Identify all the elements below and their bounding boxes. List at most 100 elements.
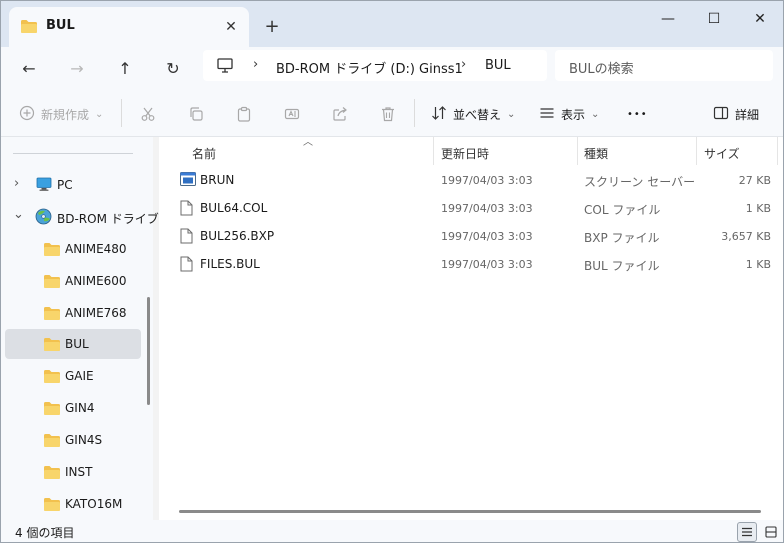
folder-icon [43,306,61,324]
file-date: 1997/04/03 3:03 [441,230,533,243]
file-size: 3,657 KB [721,230,771,243]
file-type: BUL ファイル [584,259,660,273]
sidebar-item-label: GIN4 [65,401,95,415]
status-bar: 4 個の項目 [1,520,783,542]
file-row[interactable]: BRUN 1997/04/03 3:03 スクリーン セーバー 27 KB [175,166,775,194]
view-button[interactable]: 表示 ⌄ [539,103,599,125]
folder-icon [20,19,38,37]
folder-icon [43,242,61,260]
plus-circle-icon [19,105,35,124]
large-icons-view-icon[interactable] [761,522,781,542]
file-icon [180,256,193,275]
column-header-name[interactable]: 名前 [192,141,216,165]
sidebar-item-gaie[interactable]: GAIE [5,361,141,391]
file-explorer-window: BUL ✕ + — ☐ ✕ ← → ↑ ↻ › BD-ROM ドライブ (D:)… [0,0,784,543]
refresh-icon[interactable]: ↻ [157,53,189,83]
sidebar-item-bul[interactable]: BUL [5,329,141,359]
file-name: BUL64.COL [200,201,268,215]
search-box[interactable]: BULの検索 [555,50,773,81]
delete-icon[interactable] [380,103,396,125]
column-header-type[interactable]: 種類 [584,141,608,165]
sidebar-item-anime768[interactable]: ANIME768 [5,298,141,328]
sort-arrows-icon [431,105,447,124]
sidebar-item-label: BUL [65,337,89,351]
minimize-icon[interactable]: — [645,5,691,33]
sidebar-item-inst[interactable]: INST [5,457,141,487]
chevron-right-icon[interactable]: › [14,176,19,191]
file-row[interactable]: FILES.BUL 1997/04/03 3:03 BUL ファイル 1 KB [175,250,775,278]
column-divider[interactable] [577,137,578,165]
view-label: 表示 [561,107,586,122]
sidebar-item-kato16m[interactable]: KATO16M [5,489,141,519]
folder-icon [43,369,61,387]
search-input[interactable]: BULの検索 [569,58,634,77]
details-view-icon[interactable] [737,522,757,542]
sort-caret-icon: ︿ [303,137,313,148]
sort-button[interactable]: 並べ替え ⌄ [431,103,515,125]
column-divider[interactable] [696,137,697,165]
navigation-bar: ← → ↑ ↻ › BD-ROM ドライブ (D:) Ginss1 › BUL … [1,47,783,89]
file-row[interactable]: BUL64.COL 1997/04/03 3:03 COL ファイル 1 KB [175,194,775,222]
file-list: ︿ 名前 更新日時 種類 サイズ BRUN 1997/04/03 3:03 スク… [159,137,783,520]
file-type: スクリーン セーバー [584,175,696,189]
chevron-down-icon: ⌄ [95,108,104,120]
rename-icon[interactable] [284,103,300,125]
horizontal-scrollbar[interactable] [179,510,761,513]
folder-icon [43,274,61,292]
toolbar-divider [121,99,122,127]
breadcrumb-drive[interactable]: BD-ROM ドライブ (D:) Ginss1 [276,58,463,77]
breadcrumb-separator: › [461,57,467,72]
back-arrow-icon[interactable]: ← [13,53,45,83]
file-date: 1997/04/03 3:03 [441,174,533,187]
sidebar-item-pc[interactable]: › PC [5,170,141,200]
more-options-icon[interactable]: ••• [627,103,648,125]
file-size: 1 KB [745,258,771,271]
chevron-down-icon: ⌄ [507,108,516,120]
folder-icon [43,401,61,419]
sidebar-item-label: GIN4S [65,433,103,447]
sidebar-item-label: BD-ROM ドライブ [57,212,159,226]
cut-icon[interactable] [140,103,156,125]
forward-arrow-icon[interactable]: → [61,53,93,83]
sidebar-item-bd-rom[interactable]: ⌄ BD-ROM ドライブ [5,202,159,232]
file-name: BRUN [200,173,235,187]
file-row[interactable]: BUL256.BXP 1997/04/03 3:03 BXP ファイル 3,65… [175,222,775,250]
sidebar-item-anime480[interactable]: ANIME480 [5,234,141,264]
column-header-date[interactable]: 更新日時 [441,141,489,165]
column-divider[interactable] [777,137,778,165]
toolbar-divider [414,99,415,127]
copy-icon[interactable] [188,103,204,125]
tab-bul[interactable]: BUL ✕ [9,7,249,47]
chevron-down-icon[interactable]: ⌄ [13,207,24,222]
paste-icon[interactable] [236,103,252,125]
new-button[interactable]: 新規作成 ⌄ [19,103,103,125]
up-arrow-icon[interactable]: ↑ [109,53,141,83]
column-divider[interactable] [433,137,434,165]
list-view-icon [539,105,555,124]
sidebar-divider [13,153,133,154]
file-type: BXP ファイル [584,231,660,245]
details-label: 詳細 [735,107,760,122]
sort-label: 並べ替え [453,107,502,122]
file-type: COL ファイル [584,203,661,217]
pc-icon [36,177,52,195]
sidebar-item-gin4s[interactable]: GIN4S [5,425,141,455]
sidebar-scrollbar[interactable] [147,297,150,405]
address-bar[interactable]: › BD-ROM ドライブ (D:) Ginss1 › BUL [203,50,547,81]
share-icon[interactable] [332,103,348,125]
new-tab-icon[interactable]: + [261,15,283,37]
sidebar-item-gin4[interactable]: GIN4 [5,393,141,423]
maximize-icon[interactable]: ☐ [691,5,737,33]
folder-icon [43,337,61,355]
tab-title: BUL [46,18,75,33]
chevron-down-icon: ⌄ [591,108,600,120]
sidebar-item-anime600[interactable]: ANIME600 [5,266,141,296]
column-headers: ︿ 名前 更新日時 種類 サイズ [159,137,783,165]
column-header-size[interactable]: サイズ [704,141,740,165]
item-count: 4 個の項目 [15,526,75,540]
window-close-icon[interactable]: ✕ [737,5,783,33]
breadcrumb-folder[interactable]: BUL [485,58,511,73]
details-pane-button[interactable]: 詳細 [713,103,759,125]
file-name: FILES.BUL [200,257,260,271]
tab-close-icon[interactable]: ✕ [221,17,241,37]
